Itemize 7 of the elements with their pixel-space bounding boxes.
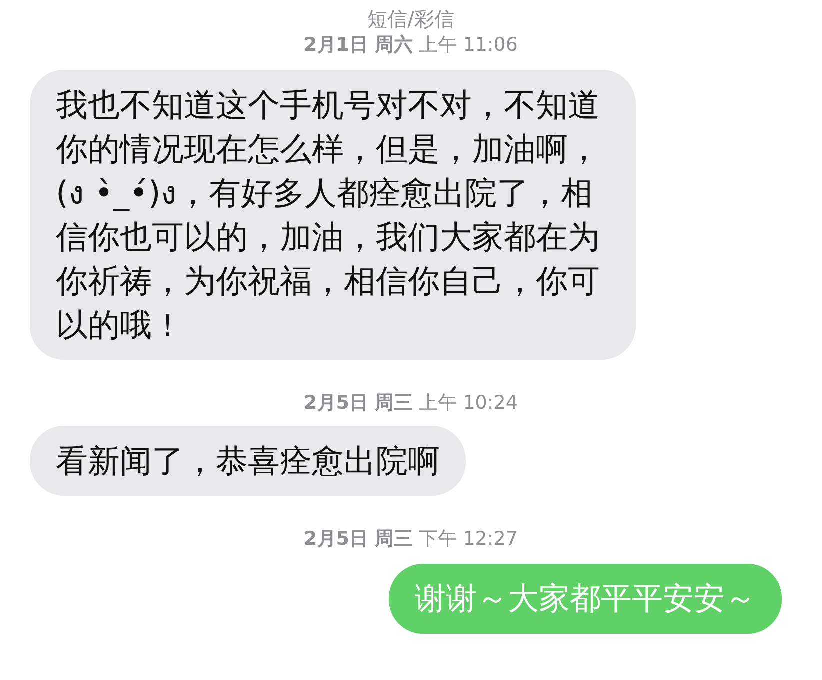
message-timestamp: 2月5日 周三 上午 10:24 xyxy=(304,391,518,416)
message-timestamp: 2月1日 周六 上午 11:06 xyxy=(304,33,518,58)
incoming-message-bubble: 看新闻了，恭喜痊愈出院啊 xyxy=(30,426,466,496)
message-timestamp: 2月5日 周三 下午 12:27 xyxy=(304,527,518,552)
conversation-title: 短信/彩信 xyxy=(366,6,456,32)
outgoing-message-bubble: 谢谢～大家都平平安安～ xyxy=(389,564,782,634)
incoming-message-bubble: 我也不知道这个手机号对不对，不知道你的情况现在怎么样，但是，加油啊，(ง •̀_•́)ง，有好多人都痊愈出院了，相信你也可以的，加油，我们大家都在为你祈祷，为你祝福，相信你自己，你可以的哦！ xyxy=(30,70,636,360)
